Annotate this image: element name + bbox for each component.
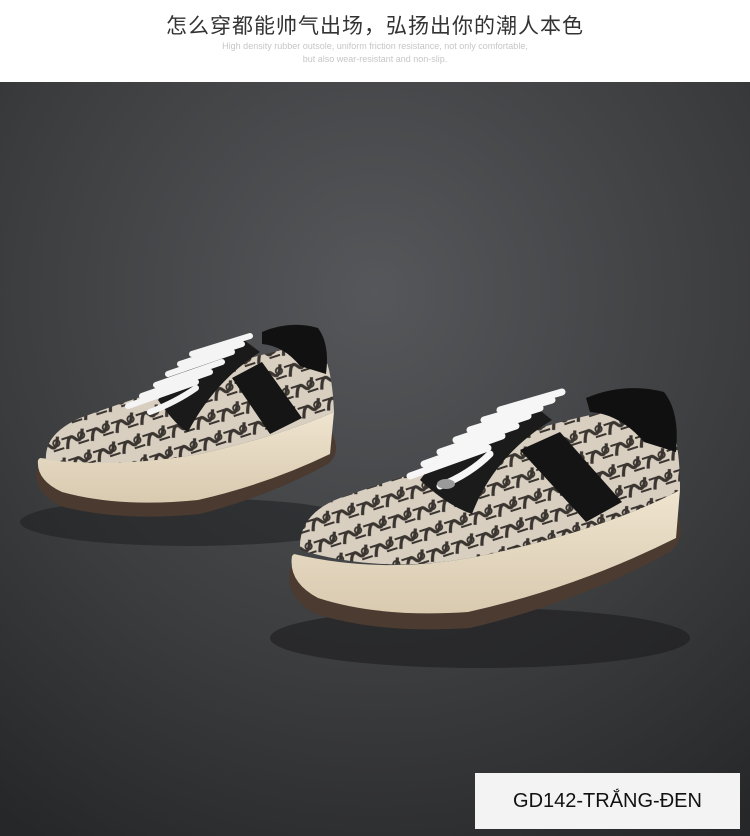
subline-text-2: but also wear-resistant and non-slip. bbox=[302, 54, 448, 64]
subline-text-1: High density rubber outsole, uniform fri… bbox=[222, 41, 528, 51]
headline-text: 怎么穿都能帅气出场，弘扬出你的潮人本色 bbox=[166, 14, 584, 38]
sneakers-pair-icon bbox=[0, 82, 750, 836]
product-header: 怎么穿都能帅气出场，弘扬出你的潮人本色 High density rubber … bbox=[0, 0, 750, 82]
sku-label: GD142-TRẮNG-ĐEN bbox=[475, 773, 740, 829]
product-photo bbox=[0, 82, 750, 836]
